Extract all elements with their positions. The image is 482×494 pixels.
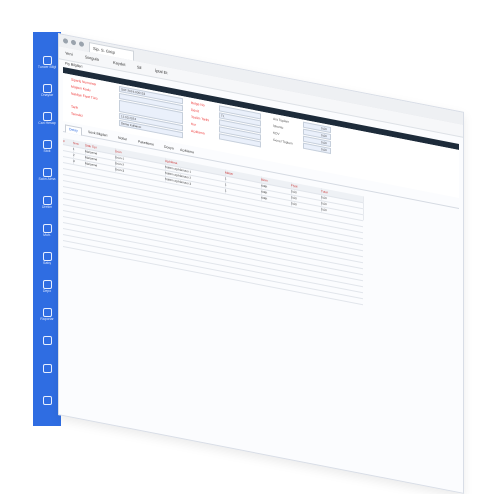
box-icon xyxy=(42,140,52,149)
currency-value: TL xyxy=(221,113,225,118)
sidebar-item-label: Muh. xyxy=(43,233,51,237)
sidebar-item-9[interactable]: Raporlar xyxy=(35,306,59,330)
rate-label: Kur xyxy=(191,121,197,127)
sidebar-item-7[interactable]: Satış xyxy=(35,250,59,274)
sidebar-item-3[interactable]: Stok xyxy=(35,138,59,162)
sidebar-item-2[interactable]: Cari Hesap xyxy=(35,110,59,134)
sidebar-item-11[interactable] xyxy=(35,362,59,386)
app-window: Sip. S. Girişi Yeni Sorgula Kaydet Sil İ… xyxy=(58,33,464,494)
vat-label: KDV xyxy=(273,130,280,137)
back-icon[interactable] xyxy=(63,37,68,44)
grand-total-value: 0,00 xyxy=(321,146,327,152)
save-button[interactable]: Kaydet xyxy=(113,60,125,67)
discount-label: İskonto xyxy=(273,123,284,130)
home-icon xyxy=(42,56,52,65)
delete-button[interactable]: Sil xyxy=(137,64,141,70)
tab-notes[interactable]: Notlar xyxy=(115,134,130,144)
subtotal-label: Ara Toplam xyxy=(273,116,290,124)
screenshot-scene: Tuncer Bilgi Onaylar Cari Hesap Stok Sat… xyxy=(0,0,482,494)
tab-description[interactable]: Açıklama xyxy=(177,146,197,157)
truck-icon xyxy=(42,336,52,345)
sidebar-item-4[interactable]: Satın Alma xyxy=(35,166,59,190)
sidebar-item-label: Stok xyxy=(43,149,51,153)
tools-icon xyxy=(42,84,52,93)
date-label: Tarih xyxy=(71,104,79,110)
document-no-label: Belge No xyxy=(191,100,205,108)
sidebar-item-12[interactable] xyxy=(35,394,59,418)
refresh-icon[interactable] xyxy=(79,41,84,48)
doc-icon xyxy=(42,224,52,233)
sidebar-item-6[interactable]: Muh. xyxy=(35,222,59,246)
sidebar-item-8[interactable]: Depo xyxy=(35,278,59,302)
forward-icon[interactable] xyxy=(71,39,76,46)
query-button[interactable]: Sorgula xyxy=(85,54,99,62)
sidebar-item-label: Tuncer Bilgi xyxy=(37,65,57,69)
freight-type-label: Nakliye Fiyat Türü xyxy=(71,91,98,101)
vat-value: 0,00 xyxy=(321,139,327,145)
sidebar-item-label: Üretim xyxy=(41,205,53,209)
subtotal-value: 0,00 xyxy=(321,125,327,131)
agent-label: Temsilci xyxy=(71,111,83,118)
car-icon xyxy=(42,364,52,373)
sidebar-item-label: Depo xyxy=(42,289,52,293)
tab-detail[interactable]: Detay xyxy=(65,124,82,136)
tab-packaging[interactable]: Paketleme xyxy=(135,138,157,149)
sidebar-item-1[interactable]: Onaylar xyxy=(35,82,59,106)
cart-icon xyxy=(42,168,52,177)
lock-icon xyxy=(42,396,52,405)
sidebar-item-label: Onaylar xyxy=(40,93,54,97)
new-button[interactable]: Yeni xyxy=(65,50,73,56)
store-icon xyxy=(42,252,52,261)
gear-icon xyxy=(42,196,52,205)
warehouse-icon xyxy=(42,280,52,289)
sidebar-item-label: Satın Alma xyxy=(38,177,56,181)
tab-shipping[interactable]: Sevk Bilgileri xyxy=(85,128,110,140)
currency-label: Döviz xyxy=(191,107,200,114)
sidebar-item-label: Satış xyxy=(43,261,51,265)
discount-value: 0,00 xyxy=(321,132,327,138)
sidebar-item-label: Cari Hesap xyxy=(38,121,56,125)
tab-files[interactable]: Dosya xyxy=(161,143,177,153)
sidebar: Tuncer Bilgi Onaylar Cari Hesap Stok Sat… xyxy=(33,32,61,426)
chart-icon xyxy=(42,308,52,317)
delivery-date-label: Teslim Tarihi xyxy=(191,114,210,123)
sidebar-item-5[interactable]: Üretim xyxy=(35,194,59,218)
sidebar-item-label: Raporlar xyxy=(40,317,54,321)
cancel-button[interactable]: İptal Et xyxy=(155,68,167,75)
sidebar-item-0[interactable]: Tuncer Bilgi xyxy=(35,54,59,78)
grand-total-label: Genel Toplam xyxy=(273,137,293,146)
building-icon xyxy=(42,112,52,121)
sidebar-item-10[interactable] xyxy=(35,334,59,358)
description-label: Açıklama xyxy=(191,128,205,136)
